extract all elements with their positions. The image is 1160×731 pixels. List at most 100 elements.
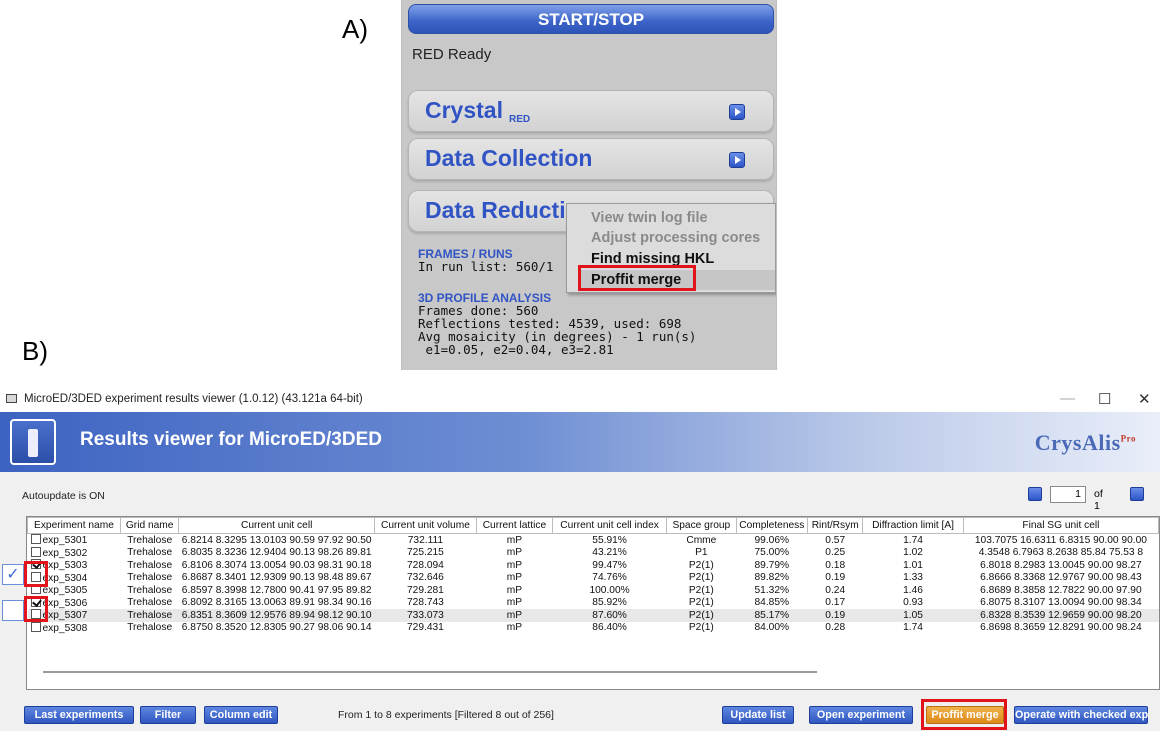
table-row[interactable]: exp_5301 Trehalose 6.8214 8.3295 13.0103 9… (28, 534, 1159, 547)
experiment-name: exp_5308 (42, 622, 88, 634)
menu-item-adjust-cores: Adjust processing cores (591, 230, 761, 246)
column-header[interactable]: Grid name (119, 517, 180, 534)
row-checkbox[interactable] (30, 534, 41, 544)
close-icon[interactable]: ✕ (1138, 390, 1151, 408)
section-title-crystal: Crystal RED (425, 97, 531, 125)
app-icon (6, 394, 17, 403)
table-cell: Trehalose (127, 584, 173, 596)
table-cell: Trehalose (127, 572, 173, 583)
expand-arrow-icon[interactable] (729, 152, 745, 168)
table-row[interactable]: exp_5302 Trehalose 6.8035 8.3236 12.9404 9… (28, 546, 1159, 560)
minimize-icon[interactable]: — (1060, 390, 1075, 407)
next-page-icon[interactable] (1130, 487, 1144, 501)
maximize-icon[interactable]: ☐ (1098, 390, 1111, 408)
row-checkbox[interactable] (30, 546, 41, 557)
table-cell: 74.76% (592, 572, 627, 583)
table-row[interactable]: exp_5305 Trehalose 6.8597 8.3998 12.7800 9… (28, 584, 1159, 597)
column-edit-button[interactable]: Column edit (204, 706, 278, 724)
update-list-button[interactable]: Update list (722, 706, 794, 724)
table-cell: 733.073 (374, 609, 477, 622)
table-cell: 89.82% (754, 572, 790, 583)
experiment-name: exp_5307 (42, 610, 88, 621)
highlight-box-proffit-merge-menu (578, 265, 696, 291)
highlight-box-proffit-merge-button (921, 699, 1007, 730)
experiments-table: Experiment name Grid name Current unit cel… (26, 516, 1160, 690)
experiment-name-cell: exp_5308 (28, 621, 121, 635)
table-cell: 729.281 (407, 584, 444, 596)
table-cell: 732.111 (407, 534, 444, 546)
table-cell: 43.21% (592, 547, 627, 558)
table-cell: Trehalose (127, 622, 173, 633)
window-titlebar: MicroED/3DED experiment results viewer (… (0, 386, 1160, 412)
open-experiment-button[interactable]: Open experiment (809, 706, 913, 724)
table-cell: 0.24 (825, 584, 846, 596)
table-row[interactable]: exp_5304 Trehalose 6.8687 8.3401 12.9309 9… (28, 571, 1159, 585)
highlight-box-checkbox-5303 (24, 561, 48, 587)
table-cell: 1.05 (862, 609, 964, 622)
column-header[interactable]: Current unit cell index (551, 517, 668, 534)
table-cell: 1.02 (903, 547, 923, 558)
table-cell: 0.25 (825, 547, 846, 558)
column-header[interactable]: Diffraction limit [A] (862, 517, 964, 534)
column-header[interactable]: Final SG unit cell (962, 517, 1159, 534)
table-cell: P2(1) (688, 572, 714, 583)
table-cell: 6.8597 8.3998 12.7800 90.41 97.95 89.82 (181, 584, 372, 596)
window-title: MicroED/3DED experiment results viewer (… (24, 393, 363, 405)
header-banner: Results viewer for MicroED/3DED CrysAlis… (0, 412, 1160, 472)
table-row[interactable]: exp_5303 Trehalose 6.8106 8.3074 13.0054 9… (28, 559, 1159, 572)
table-cell: 6.8351 8.3609 12.9576 89.94 98.12 90.10 (178, 609, 375, 622)
table-cell: 1.46 (903, 584, 923, 596)
section-data-collection[interactable]: Data Collection (408, 138, 774, 180)
table-row[interactable]: exp_5308 Trehalose 6.8750 8.3520 12.8305 9… (28, 621, 1159, 635)
table-cell: 4.3548 6.7963 8.2638 85.84 75.53 8 (978, 547, 1144, 558)
column-header[interactable]: Current unit cell (178, 517, 375, 534)
column-header[interactable]: Current lattice (475, 517, 553, 534)
column-header[interactable]: Completeness (735, 517, 809, 534)
column-header[interactable]: Space group (666, 517, 737, 534)
column-header[interactable]: Experiment name (27, 517, 121, 534)
panel-label-b: B) (22, 336, 48, 366)
section-crystal[interactable]: Crystal RED (408, 90, 774, 132)
table-cell: 6.8075 8.3107 13.0094 90.00 98.34 (980, 597, 1142, 608)
table-cell: Trehalose (127, 597, 173, 608)
table-cell: 6.8018 8.2983 13.0045 90.00 98.27 (980, 559, 1142, 571)
table-cell: 6.8687 8.3401 12.9309 90.13 98.48 89.67 (181, 572, 372, 583)
table-cell: 55.91% (592, 534, 627, 546)
experiment-name: exp_5304 (42, 572, 88, 584)
operate-checked-button[interactable]: Operate with checked exp (1014, 706, 1148, 724)
table-cell: 103.7075 16.6311 6.8315 90.00 90.00 (974, 534, 1147, 546)
banner-title: Results viewer for MicroED/3DED (80, 429, 382, 450)
table-cell: 6.8750 8.3520 12.8305 90.27 98.06 90.14 (181, 622, 372, 633)
run-list-text: In run list: 560/1 (418, 259, 554, 274)
column-header[interactable]: Rint/Rsym (807, 517, 864, 534)
filter-button[interactable]: Filter (140, 706, 196, 724)
crysalis-panel: START/STOP RED Ready Crystal RED Data Col… (401, 0, 777, 370)
expand-arrow-icon[interactable] (729, 104, 745, 120)
table-row[interactable]: exp_5307 Trehalose 6.8351 8.3609 12.9576 8… (27, 609, 1159, 622)
experiment-name-cell: exp_5302 (28, 546, 121, 560)
table-row[interactable]: exp_5306 Trehalose 6.8092 8.3165 13.0063 8… (28, 596, 1159, 610)
table-cell: mP (506, 622, 523, 633)
horizontal-scrollbar[interactable] (43, 671, 817, 673)
column-header[interactable]: Current unit volume (373, 517, 477, 534)
table-cell: 6.8035 8.3236 12.9404 90.13 98.26 89.81 (181, 547, 372, 558)
experiment-name: exp_5306 (42, 597, 88, 609)
menu-item-view-twin-log: View twin log file (591, 210, 708, 226)
row-checkbox[interactable] (30, 621, 41, 632)
prev-page-icon[interactable] (1028, 487, 1042, 501)
last-experiments-button[interactable]: Last experiments (24, 706, 134, 724)
table-cell: 86.40% (592, 622, 627, 633)
highlight-box-checkbox-5306 (24, 596, 48, 622)
table-cell: 6.8689 8.3858 12.7822 90.00 97.90 (980, 584, 1142, 596)
start-stop-button[interactable]: START/STOP (408, 4, 774, 34)
table-cell: 87.60% (552, 609, 667, 622)
table-cell: mP (506, 534, 523, 546)
table-cell: Cmme (686, 534, 717, 546)
table-cell: 0.17 (825, 597, 846, 608)
table-cell: 1.01 (903, 559, 923, 571)
section-title-data-collection: Data Collection (425, 145, 593, 171)
page-input[interactable]: 1 (1050, 486, 1086, 503)
table-cell: 728.743 (407, 597, 444, 608)
table-cell: 84.85% (754, 597, 790, 608)
experiment-name-cell: exp_5301 (28, 534, 121, 547)
